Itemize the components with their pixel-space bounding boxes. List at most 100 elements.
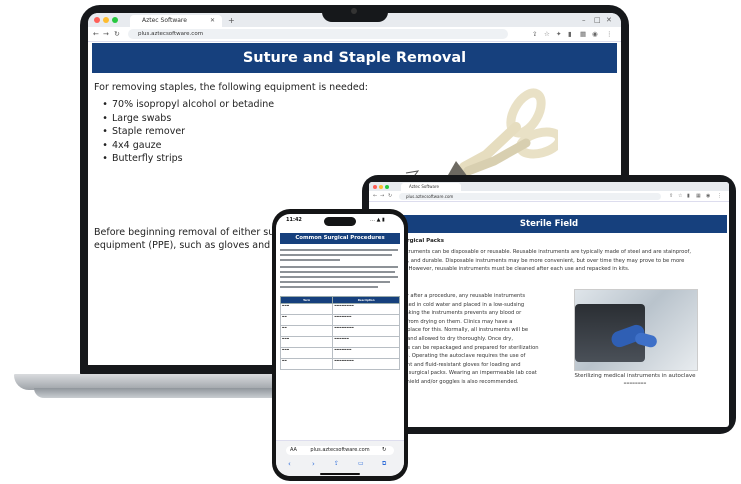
table-row: ▬▬▬▬▬▬▬▬▬▬ bbox=[279, 347, 400, 359]
address-bar[interactable]: plus.aztecsoftware.com bbox=[399, 192, 661, 200]
safari-bottom-bar: plus.aztecsoftware.com AA ↻ ‹ › ⇪ ▭ ⧉ bbox=[276, 440, 404, 476]
paragraph-line: ant, and durable. Disposable instruments… bbox=[399, 257, 685, 264]
maximize-window-icon[interactable] bbox=[385, 185, 389, 189]
share-icon[interactable]: ⇪ bbox=[334, 460, 339, 467]
paragraph-line: Instruments can be disposable or reusabl… bbox=[399, 249, 691, 255]
browser-tab-title: Aztec Software bbox=[142, 17, 187, 24]
page-title: Common Surgical Procedures bbox=[280, 233, 400, 244]
reload-icon[interactable]: ↻ bbox=[388, 191, 392, 201]
paragraph-line: ave. Operating the autoclave requires th… bbox=[399, 353, 526, 360]
star-icon[interactable]: ☆ bbox=[544, 29, 550, 39]
forward-arrow-icon[interactable]: › bbox=[312, 460, 315, 468]
text-line bbox=[280, 271, 395, 273]
paragraph-line: ed and allowed to dry thoroughly. Once d… bbox=[399, 335, 513, 342]
signal-icon: … ▲ ▮ bbox=[370, 217, 385, 223]
forward-arrow-icon[interactable]: → bbox=[380, 191, 384, 201]
paragraph-line: ve. However, reusable instruments must b… bbox=[399, 266, 630, 273]
table-row: ▬▬▬▬▬▬▬▬▬ bbox=[279, 314, 400, 326]
table-row: ▬▬▬▬▬▬▬▬▬▬ bbox=[279, 358, 400, 370]
paragraph-line: ed place for this. Normally, all instrum… bbox=[399, 327, 529, 334]
back-arrow-icon[interactable]: ← bbox=[373, 191, 377, 201]
column-header: Term bbox=[279, 296, 334, 304]
address-bar[interactable]: plus.aztecsoftware.com bbox=[128, 29, 508, 39]
table-row: ▬▬▬▬▬▬▬▬▬ bbox=[279, 336, 400, 348]
page-title: Suture and Staple Removal bbox=[92, 43, 617, 73]
browser-tab-title: Aztec Software bbox=[409, 184, 439, 189]
minimize-icon[interactable]: – bbox=[582, 14, 586, 26]
laptop-toolbar: ← → ↻ plus.aztecsoftware.com ⇪ ☆ ✦ ▮ ▦ ◉… bbox=[88, 27, 621, 42]
extensions-icon[interactable]: ▦ bbox=[580, 29, 586, 39]
close-window-icon[interactable] bbox=[94, 17, 100, 23]
table-row: ▬▬▬▬▬▬▬▬▬▬ bbox=[279, 325, 400, 337]
url-text: plus.aztecsoftware.com bbox=[406, 193, 454, 199]
paragraph-line: ds from drying on them. Clinics may have… bbox=[399, 318, 513, 325]
restore-icon[interactable]: □ bbox=[594, 14, 601, 26]
sidebar-icon[interactable]: ▮ bbox=[568, 29, 572, 39]
paragraph-line: ing surgical packs. Wearing an impermeab… bbox=[399, 370, 537, 377]
column-header: Description bbox=[332, 296, 400, 304]
equipment-list: 70% isopropyl alcohol or betadine Large … bbox=[96, 98, 274, 166]
back-arrow-icon[interactable]: ‹ bbox=[288, 460, 291, 468]
tabs-icon[interactable]: ⧉ bbox=[382, 460, 386, 468]
minimize-window-icon[interactable] bbox=[379, 185, 383, 189]
close-tab-icon[interactable]: ✕ bbox=[210, 15, 215, 27]
share-icon[interactable]: ⇪ bbox=[532, 29, 537, 39]
paragraph-line: rinsed in cold water and placed in a low… bbox=[399, 301, 525, 308]
table-cell: ▬▬ bbox=[279, 314, 334, 326]
close-window-icon[interactable] bbox=[373, 185, 377, 189]
cleaning-paragraph: tely after a procedure, any reusable ins… bbox=[399, 292, 539, 387]
phone-screen: 11:42 … ▲ ▮ Common Surgical Procedures T… bbox=[276, 214, 404, 476]
paragraph-line: ents can be repackaged and prepared for … bbox=[399, 344, 539, 351]
url-text: plus.aztecsoftware.com bbox=[310, 447, 370, 453]
text-line bbox=[280, 276, 398, 278]
forward-arrow-icon[interactable]: → bbox=[103, 29, 109, 39]
camera-icon bbox=[351, 8, 357, 14]
text-line bbox=[280, 254, 392, 256]
text-line bbox=[280, 286, 378, 288]
list-item: Staple remover bbox=[96, 125, 274, 139]
star-icon[interactable]: ☆ bbox=[678, 191, 682, 201]
browser-tab[interactable]: Aztec Software bbox=[401, 183, 461, 191]
list-item: Butterfly strips bbox=[96, 152, 274, 166]
browser-tab[interactable]: Aztec Software bbox=[130, 15, 222, 27]
table-cell: ▬▬ bbox=[279, 358, 334, 370]
profile-avatar-icon[interactable]: ◉ bbox=[592, 29, 598, 39]
procedures-table: Term Description ▬▬▬ ▬▬▬▬▬▬▬▬ ▬▬ ▬▬▬▬▬▬▬ ▬… bbox=[279, 296, 400, 370]
bookmarks-icon[interactable]: ▭ bbox=[358, 460, 364, 467]
table-cell: ▬▬ bbox=[279, 325, 334, 337]
text-line bbox=[280, 249, 398, 251]
share-icon[interactable]: ⇪ bbox=[669, 191, 673, 201]
text-line bbox=[280, 259, 340, 261]
reload-icon[interactable]: ↻ bbox=[382, 446, 387, 455]
photo-caption: Sterilizing medical instruments in autoc… bbox=[574, 373, 696, 379]
new-tab-icon[interactable]: + bbox=[228, 15, 235, 27]
minimize-window-icon[interactable] bbox=[103, 17, 109, 23]
table-cell: ▬▬▬▬▬▬▬▬ bbox=[332, 303, 400, 315]
extensions-icon[interactable]: ▦ bbox=[696, 191, 701, 201]
back-arrow-icon[interactable]: ← bbox=[93, 29, 99, 39]
status-time: 11:42 bbox=[286, 217, 302, 223]
reload-icon[interactable]: ↻ bbox=[114, 29, 120, 39]
home-indicator bbox=[320, 473, 360, 475]
close-icon[interactable]: ✕ bbox=[606, 14, 612, 26]
autoclave-photo bbox=[574, 289, 698, 371]
more-menu-icon[interactable]: ⋮ bbox=[717, 191, 722, 201]
table-cell: ▬▬▬ bbox=[279, 347, 334, 359]
list-item: Large swabs bbox=[96, 112, 274, 126]
tablet-toolbar: ← → ↻ plus.aztecsoftware.com ⇪ ☆ ▮ ▦ ◉ ⋮ bbox=[369, 191, 729, 202]
paragraph-line: a shield and/or goggles is also recommen… bbox=[399, 378, 519, 385]
more-menu-icon[interactable]: ⋮ bbox=[606, 29, 613, 39]
table-cell: ▬▬▬▬▬▬▬▬ bbox=[332, 325, 400, 337]
list-item: 4x4 gauze bbox=[96, 139, 274, 153]
table-cell: ▬▬▬▬▬▬▬▬ bbox=[332, 358, 400, 370]
profile-avatar-icon[interactable]: ◉ bbox=[706, 191, 710, 201]
puzzle-icon[interactable]: ✦ bbox=[556, 29, 561, 39]
text-size-button[interactable]: AA bbox=[290, 446, 297, 455]
list-item: 70% isopropyl alcohol or betadine bbox=[96, 98, 274, 112]
table-cell: ▬▬▬ bbox=[279, 303, 334, 315]
address-bar[interactable]: plus.aztecsoftware.com bbox=[286, 446, 394, 455]
sidebar-icon[interactable]: ▮ bbox=[687, 191, 690, 201]
maximize-window-icon[interactable] bbox=[112, 17, 118, 23]
text-line bbox=[280, 281, 390, 283]
page-title: Sterile Field bbox=[371, 215, 727, 233]
